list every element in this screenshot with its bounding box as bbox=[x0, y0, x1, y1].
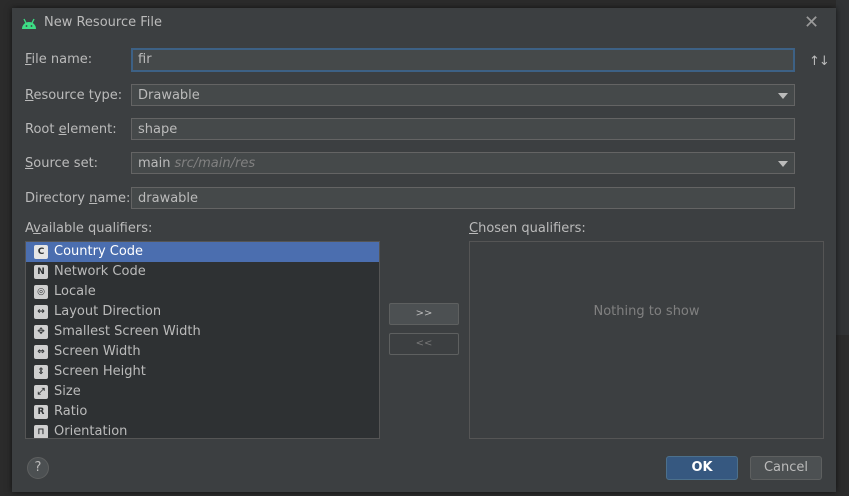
screen-height-icon: ⇕ bbox=[34, 365, 48, 379]
source-set-value: main bbox=[138, 156, 171, 171]
orientation-icon: ⊓ bbox=[34, 425, 48, 438]
ratio-icon: R bbox=[34, 405, 48, 419]
country-code-icon: C bbox=[34, 245, 48, 259]
list-item[interactable]: ⤢ Size bbox=[26, 382, 379, 402]
add-qualifier-button[interactable]: >> bbox=[389, 303, 459, 325]
list-item[interactable]: ⊓ Orientation bbox=[26, 422, 379, 439]
close-icon[interactable]: ✕ bbox=[804, 12, 819, 33]
help-button[interactable]: ? bbox=[27, 457, 49, 479]
sort-icon[interactable]: ↑↓ bbox=[809, 54, 830, 69]
list-item-label: Screen Width bbox=[54, 344, 141, 359]
network-code-icon: N bbox=[34, 265, 48, 279]
smallest-width-icon: ✥ bbox=[34, 325, 48, 339]
chosen-qualifiers-list[interactable]: Nothing to show bbox=[469, 241, 824, 439]
resource-type-value: Drawable bbox=[138, 88, 200, 103]
root-element-input[interactable]: shape bbox=[131, 118, 795, 140]
source-set-path-hint: src/main/res bbox=[174, 156, 256, 171]
list-item[interactable]: R Ratio bbox=[26, 402, 379, 422]
chevron-down-icon bbox=[778, 93, 788, 99]
resource-type-select[interactable]: Drawable bbox=[131, 84, 795, 106]
root-element-label: Root element: bbox=[25, 122, 117, 137]
source-set-select[interactable]: main src/main/res bbox=[131, 152, 795, 174]
list-item[interactable]: ↔ Layout Direction bbox=[26, 302, 379, 322]
list-item-label: Smallest Screen Width bbox=[54, 324, 201, 339]
list-item-label: Layout Direction bbox=[54, 304, 162, 319]
list-item[interactable]: ⇔ Screen Width bbox=[26, 342, 379, 362]
dialog-titlebar: New Resource File ✕ bbox=[12, 8, 836, 38]
remove-qualifier-button[interactable]: << bbox=[389, 333, 459, 355]
ide-background-left bbox=[0, 0, 12, 496]
globe-icon: ◎ bbox=[34, 285, 48, 299]
list-item-label: Locale bbox=[54, 284, 96, 299]
layout-direction-icon: ↔ bbox=[34, 305, 48, 319]
source-set-label: Source set: bbox=[25, 156, 99, 171]
list-item-label: Screen Height bbox=[54, 364, 146, 379]
dialog-title: New Resource File bbox=[44, 15, 162, 30]
chosen-qualifiers-label: Chosen qualifiers: bbox=[469, 221, 586, 236]
resource-type-label: Resource type: bbox=[25, 88, 123, 103]
available-qualifiers-label: Available qualifiers: bbox=[25, 221, 153, 236]
ok-button[interactable]: OK bbox=[666, 456, 738, 480]
list-item[interactable]: N Network Code bbox=[26, 262, 379, 282]
list-item[interactable]: C Country Code bbox=[26, 242, 379, 262]
new-resource-file-dialog: New Resource File ✕ File name: fir ↑↓ Re… bbox=[12, 8, 836, 492]
directory-name-label: Directory name: bbox=[25, 191, 131, 206]
list-item[interactable]: ✥ Smallest Screen Width bbox=[26, 322, 379, 342]
list-item-label: Ratio bbox=[54, 404, 88, 419]
list-item-label: Network Code bbox=[54, 264, 146, 279]
size-icon: ⤢ bbox=[34, 385, 48, 399]
available-qualifiers-list[interactable]: C Country Code N Network Code ◎ Locale ↔ Layout… bbox=[25, 241, 380, 439]
directory-name-input[interactable]: drawable bbox=[131, 187, 795, 209]
list-item-label: Orientation bbox=[54, 424, 128, 439]
list-item[interactable]: ◎ Locale bbox=[26, 282, 379, 302]
file-name-input[interactable]: fir bbox=[131, 48, 795, 72]
screen-width-icon: ⇔ bbox=[34, 345, 48, 359]
cancel-button[interactable]: Cancel bbox=[750, 456, 822, 480]
chevron-down-icon bbox=[778, 161, 788, 167]
ide-background-right-lower bbox=[836, 335, 849, 496]
list-item-label: Size bbox=[54, 384, 81, 399]
list-item[interactable]: ⇕ Screen Height bbox=[26, 362, 379, 382]
list-item-label: Country Code bbox=[54, 244, 144, 259]
android-icon bbox=[22, 18, 36, 29]
file-name-label: File name: bbox=[25, 52, 93, 67]
empty-state-text: Nothing to show bbox=[593, 304, 700, 319]
